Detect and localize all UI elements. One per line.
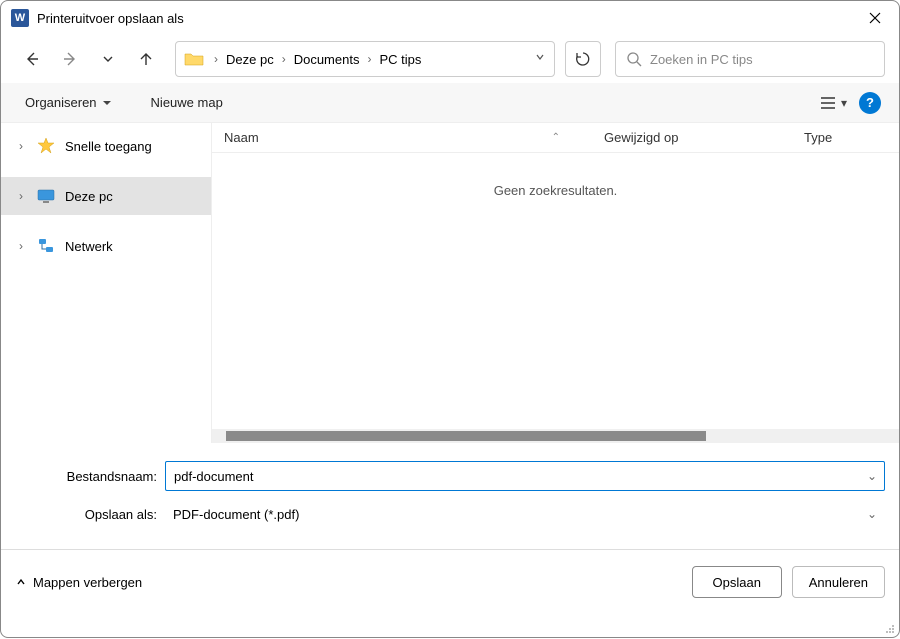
main-area: › Snelle toegang › Deze pc › Netwerk (1, 123, 899, 443)
column-header-name[interactable]: Naam ⌃ (212, 130, 592, 145)
sidebar-item-quick-access[interactable]: › Snelle toegang (1, 127, 211, 165)
hide-folders-toggle[interactable]: Mappen verbergen (15, 575, 142, 590)
close-button[interactable] (861, 4, 889, 32)
breadcrumb-pctips[interactable]: PC tips (375, 50, 425, 69)
cancel-button[interactable]: Annuleren (792, 566, 885, 598)
breadcrumb-this-pc[interactable]: Deze pc (222, 50, 278, 69)
sidebar-item-label: Netwerk (65, 239, 113, 254)
sort-indicator-icon: ⌃ (552, 132, 560, 143)
window-title: Printeruitvoer opslaan als (37, 11, 184, 26)
chevron-down-icon[interactable]: ⌄ (860, 469, 884, 483)
chevron-down-icon[interactable]: ⌄ (867, 507, 877, 521)
refresh-button[interactable] (565, 41, 601, 77)
sidebar: › Snelle toegang › Deze pc › Netwerk (1, 123, 211, 443)
folder-icon (184, 51, 204, 67)
expand-chevron-icon[interactable]: › (19, 239, 27, 253)
sidebar-item-this-pc[interactable]: › Deze pc (1, 177, 211, 215)
resize-grip[interactable] (883, 621, 895, 633)
breadcrumb-bar[interactable]: › Deze pc › Documents › PC tips (175, 41, 555, 77)
file-list-pane: Naam ⌃ Gewijzigd op Type Geen zoekresult… (211, 123, 899, 443)
up-arrow-icon (138, 51, 154, 67)
chevron-down-icon (534, 51, 546, 63)
breadcrumb-chevron[interactable]: › (363, 52, 375, 66)
recent-dropdown[interactable] (91, 42, 125, 76)
star-icon (37, 137, 55, 155)
search-box[interactable] (615, 41, 885, 77)
expand-chevron-icon[interactable]: › (19, 189, 27, 203)
navigation-row: › Deze pc › Documents › PC tips (1, 35, 899, 83)
refresh-icon (574, 50, 592, 68)
search-icon (626, 51, 642, 67)
filename-input[interactable] (166, 469, 860, 484)
saveas-label: Opslaan als: (15, 507, 165, 522)
filename-label: Bestandsnaam: (15, 469, 165, 484)
filetype-combobox[interactable]: PDF-document (*.pdf) ⌄ (165, 499, 885, 529)
back-button[interactable] (15, 42, 49, 76)
close-icon (869, 12, 881, 24)
bottom-bar: Mappen verbergen Opslaan Annuleren (1, 560, 899, 612)
chevron-down-icon (100, 51, 116, 67)
network-icon (37, 237, 55, 255)
forward-button[interactable] (53, 42, 87, 76)
search-input[interactable] (650, 52, 874, 67)
chevron-up-icon (15, 576, 27, 588)
filename-combobox[interactable]: ⌄ (165, 461, 885, 491)
toolbar: Organiseren Nieuwe map ▾ (1, 83, 899, 123)
organize-menu[interactable]: Organiseren (19, 91, 117, 114)
view-options-button[interactable]: ▾ (819, 96, 847, 110)
resize-grip-icon (883, 622, 895, 634)
column-headers: Naam ⌃ Gewijzigd op Type (212, 123, 899, 153)
scrollbar-thumb[interactable] (226, 431, 706, 441)
breadcrumb-chevron[interactable]: › (210, 52, 222, 66)
help-button[interactable] (859, 92, 881, 114)
word-app-icon (11, 9, 29, 27)
back-arrow-icon (24, 51, 40, 67)
sidebar-item-label: Snelle toegang (65, 139, 152, 154)
filetype-value: PDF-document (*.pdf) (173, 507, 299, 522)
column-header-type[interactable]: Type (792, 130, 899, 145)
new-folder-button[interactable]: Nieuwe map (145, 91, 229, 114)
expand-chevron-icon[interactable]: › (19, 139, 27, 153)
breadcrumb-documents[interactable]: Documents (290, 50, 364, 69)
breadcrumb-dropdown[interactable] (534, 50, 546, 68)
list-view-icon (819, 96, 837, 110)
sidebar-item-label: Deze pc (65, 189, 113, 204)
up-button[interactable] (129, 42, 163, 76)
horizontal-scrollbar[interactable] (212, 429, 899, 443)
sidebar-item-network[interactable]: › Netwerk (1, 227, 211, 265)
monitor-icon (37, 189, 55, 203)
breadcrumb-chevron[interactable]: › (278, 52, 290, 66)
divider (1, 549, 899, 550)
forward-arrow-icon (62, 51, 78, 67)
save-form: Bestandsnaam: ⌄ Opslaan als: PDF-documen… (1, 443, 899, 545)
save-button[interactable]: Opslaan (692, 566, 782, 598)
column-header-modified[interactable]: Gewijzigd op (592, 130, 792, 145)
empty-results-message: Geen zoekresultaten. (212, 153, 899, 198)
title-bar: Printeruitvoer opslaan als (1, 1, 899, 35)
